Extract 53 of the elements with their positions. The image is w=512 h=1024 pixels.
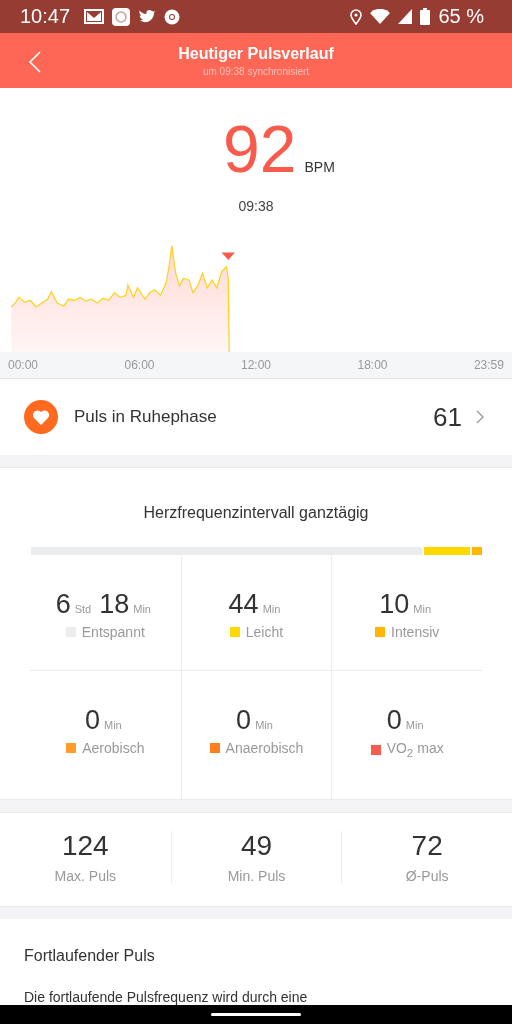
app-icon bbox=[112, 7, 131, 26]
zone-unit: Std bbox=[74, 603, 92, 616]
zone-unit: Min bbox=[413, 603, 432, 616]
zone-value: 0 bbox=[386, 707, 402, 735]
stat-value: 72 bbox=[411, 831, 443, 862]
zone-value: 0 bbox=[84, 707, 100, 735]
bird-icon bbox=[138, 9, 157, 25]
resting-pulse-row[interactable]: Puls in Ruhephase 61 bbox=[0, 378, 512, 456]
battery-icon bbox=[420, 8, 431, 26]
marker-icon bbox=[221, 252, 235, 261]
status-time: 10:47 bbox=[20, 5, 71, 29]
stat-value: 124 bbox=[61, 831, 109, 862]
location-icon bbox=[350, 8, 363, 25]
back-icon bbox=[28, 51, 42, 74]
zone-label: Leicht bbox=[245, 624, 284, 641]
zone-label: Anaerobisch bbox=[225, 740, 304, 757]
zone-unit: Min bbox=[255, 719, 273, 732]
axis-label: 23:59 bbox=[473, 358, 504, 372]
info-text: Die fortlaufende Pulsfrequenz wird durch eine bbox=[24, 989, 309, 1005]
zone-value: 18 bbox=[99, 591, 130, 619]
stat-label: Ø-Puls bbox=[405, 868, 449, 884]
browser-icon bbox=[164, 8, 181, 25]
zones-title: Herzfrequenzintervall ganztägig bbox=[142, 503, 370, 523]
chevron-icon bbox=[476, 410, 484, 425]
axis-label: 18:00 bbox=[357, 358, 388, 372]
zone-value: 44 bbox=[228, 591, 259, 619]
axis-label: 00:00 bbox=[8, 358, 39, 372]
zone-value: 10 bbox=[379, 591, 410, 619]
zone-value: 6 bbox=[55, 591, 71, 619]
page-title: Heutiger Pulsverlauf bbox=[178, 44, 334, 63]
zone-value: 0 bbox=[236, 707, 252, 735]
heart-rate-value: 92 bbox=[223, 115, 297, 182]
zone-label: VO$_{2}$ max bbox=[386, 740, 444, 760]
info-title: Fortlaufender Puls bbox=[24, 947, 156, 965]
wifi-icon bbox=[370, 9, 391, 25]
stat-value: 49 bbox=[240, 831, 273, 862]
sync-status: um 09:38 synchronisiert bbox=[202, 65, 310, 77]
zone-unit: Min bbox=[103, 719, 122, 732]
axis-label: 06:00 bbox=[124, 358, 155, 372]
axis-label: 12:00 bbox=[240, 358, 271, 372]
measurement-time: 09:38 bbox=[238, 197, 274, 214]
zone-label: Aerobisch bbox=[82, 740, 145, 757]
zone-unit: Min bbox=[262, 603, 281, 616]
heart-rate-unit: BPM bbox=[304, 158, 335, 175]
stat-label: Min. Puls bbox=[227, 868, 286, 884]
signal-icon bbox=[398, 9, 413, 25]
stat-label: Max. Puls bbox=[54, 868, 117, 884]
mail-icon bbox=[84, 9, 105, 25]
zone-label: Intensiv bbox=[391, 624, 440, 641]
zone-label: Entspannt bbox=[81, 624, 145, 641]
battery-percent: 65 % bbox=[438, 5, 484, 29]
zone-unit: Min bbox=[405, 719, 424, 732]
zone-unit: Min bbox=[133, 603, 151, 616]
